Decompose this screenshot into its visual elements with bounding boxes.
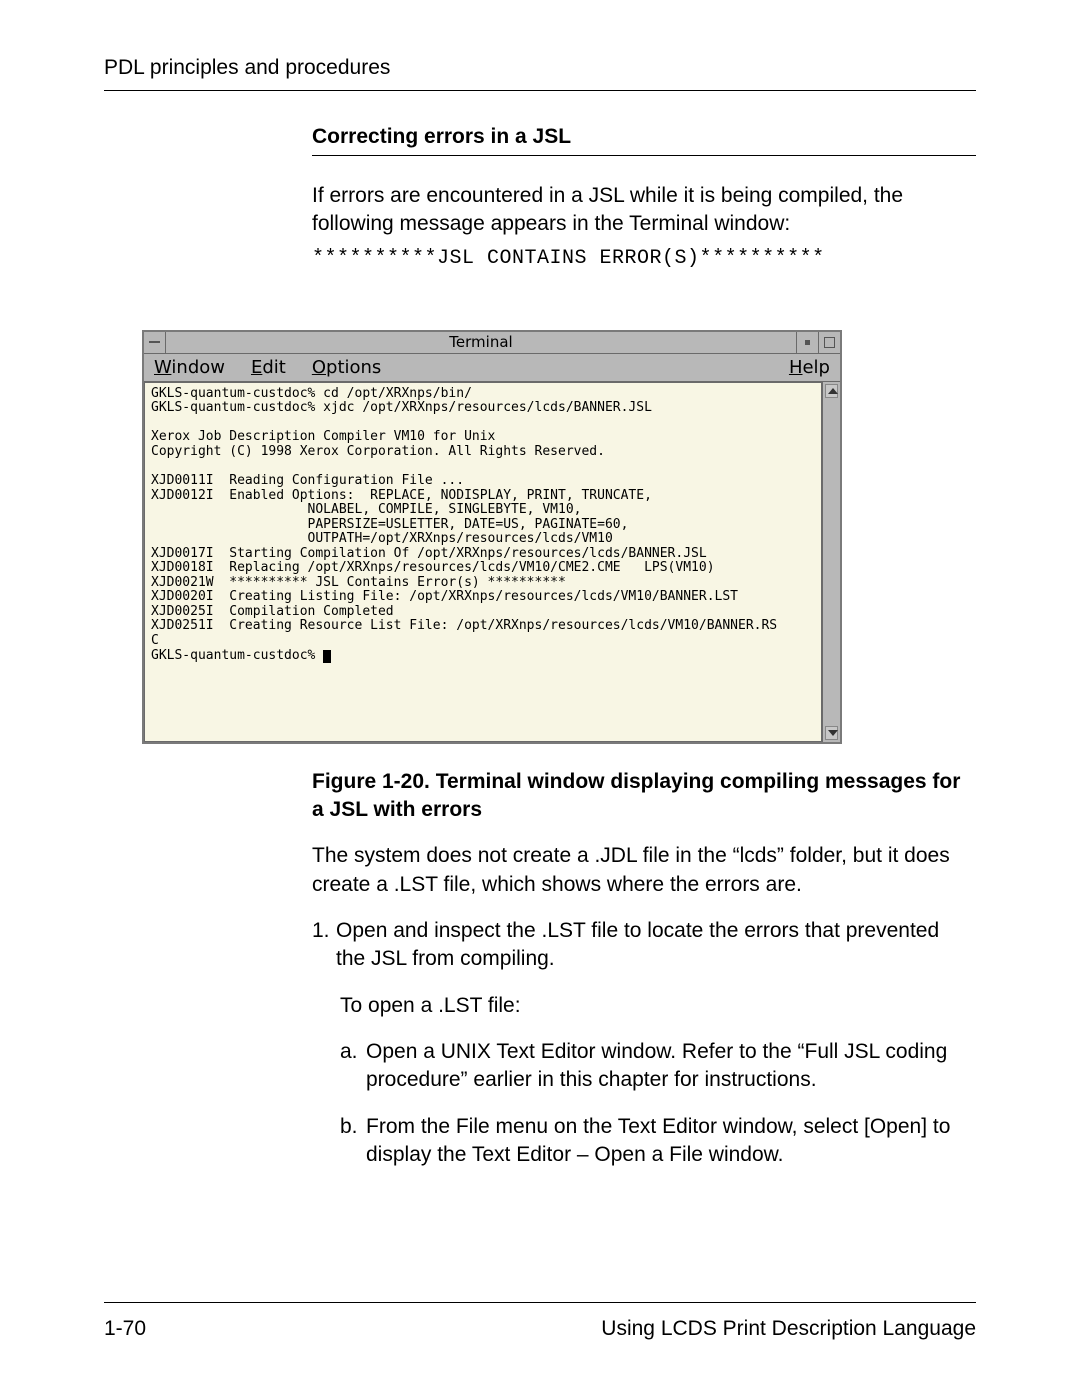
section-heading: Correcting errors in a JSL xyxy=(312,125,976,156)
maximize-icon[interactable] xyxy=(818,332,840,353)
term-line: XJD0025I Compilation Completed xyxy=(151,604,394,619)
terminal-title: Terminal xyxy=(166,333,796,351)
term-line: GKLS-quantum-custdoc% xyxy=(151,648,323,663)
step-1: 1.Open and inspect the .LST file to loca… xyxy=(312,917,976,974)
intro-paragraph: If errors are encountered in a JSL while… xyxy=(312,182,976,239)
substep-b: b.From the File menu on the Text Editor … xyxy=(340,1113,976,1170)
term-line: XJD0017I Starting Compilation Of /opt/XR… xyxy=(151,546,707,561)
terminal-output: GKLS-quantum-custdoc% cd /opt/XRXnps/bin… xyxy=(144,382,822,742)
error-banner-message: **********JSL CONTAINS ERROR(S)*********… xyxy=(312,247,976,270)
term-line: Copyright (C) 1998 Xerox Corporation. Al… xyxy=(151,444,605,459)
term-line: XJD0018I Replacing /opt/XRXnps/resources… xyxy=(151,560,715,575)
doc-title: Using LCDS Print Description Language xyxy=(601,1317,976,1341)
term-line: GKLS-quantum-custdoc% xjdc /opt/XRXnps/r… xyxy=(151,400,652,415)
substep-letter: a. xyxy=(340,1038,366,1066)
figure-caption: Figure 1-20. Terminal window displaying … xyxy=(312,768,976,825)
terminal-cursor-icon xyxy=(323,650,331,663)
terminal-menubar: Window Edit Options Help xyxy=(144,354,840,382)
term-line: OUTPATH=/opt/XRXnps/resources/lcds/VM10 xyxy=(151,531,613,546)
terminal-titlebar: Terminal xyxy=(144,332,840,354)
window-menu-icon[interactable] xyxy=(144,332,166,353)
substep-a: a.Open a UNIX Text Editor window. Refer … xyxy=(340,1038,976,1095)
page-footer: 1-70 Using LCDS Print Description Langua… xyxy=(104,1302,976,1341)
menu-edit[interactable]: Edit xyxy=(251,357,286,378)
term-line: PAPERSIZE=USLETTER, DATE=US, PAGINATE=60… xyxy=(151,517,628,532)
term-line: NOLABEL, COMPILE, SINGLEBYTE, VM10, xyxy=(151,502,581,517)
term-line: C xyxy=(151,633,159,648)
terminal-window: Terminal Window Edit Options Help GKLS-q… xyxy=(142,330,842,744)
step-number: 1. xyxy=(312,917,336,945)
page-number: 1-70 xyxy=(104,1317,146,1341)
menu-window[interactable]: Window xyxy=(154,357,225,378)
sub-intro: To open a .LST file: xyxy=(340,992,976,1020)
term-line: XJD0021W ********** JSL Contains Error(s… xyxy=(151,575,566,590)
terminal-scrollbar[interactable] xyxy=(822,382,840,742)
post-figure-paragraph: The system does not create a .JDL file i… xyxy=(312,842,976,899)
term-line: XJD0020I Creating Listing File: /opt/XRX… xyxy=(151,589,738,604)
minimize-icon[interactable] xyxy=(796,332,818,353)
menu-options[interactable]: Options xyxy=(312,357,381,378)
running-header: PDL principles and procedures xyxy=(104,56,976,91)
scroll-down-icon[interactable] xyxy=(825,726,838,740)
substep-text: Open a UNIX Text Editor window. Refer to… xyxy=(366,1038,972,1095)
substep-letter: b. xyxy=(340,1113,366,1141)
term-line: Xerox Job Description Compiler VM10 for … xyxy=(151,429,495,444)
substep-text: From the File menu on the Text Editor wi… xyxy=(366,1113,972,1170)
term-line: XJD0012I Enabled Options: REPLACE, NODIS… xyxy=(151,488,652,503)
term-line: GKLS-quantum-custdoc% cd /opt/XRXnps/bin… xyxy=(151,386,472,401)
scroll-up-icon[interactable] xyxy=(825,384,838,398)
menu-help[interactable]: Help xyxy=(789,357,830,378)
step-text: Open and inspect the .LST file to locate… xyxy=(336,917,972,974)
term-line: XJD0251I Creating Resource List File: /o… xyxy=(151,618,777,633)
term-line: XJD0011I Reading Configuration File ... xyxy=(151,473,464,488)
